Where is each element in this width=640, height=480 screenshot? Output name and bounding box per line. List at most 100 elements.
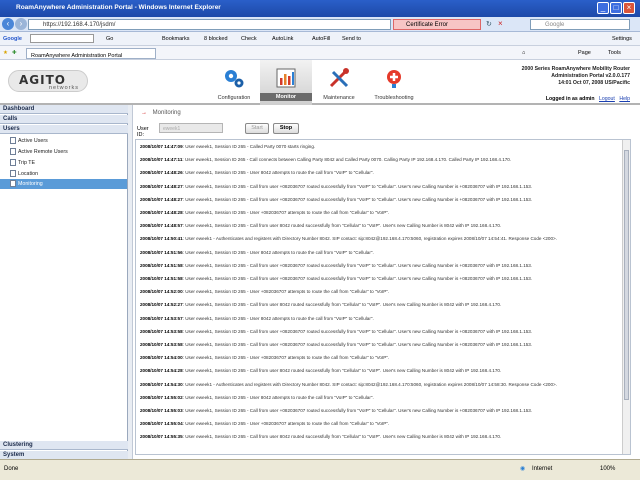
forward-icon[interactable]: › xyxy=(15,18,27,30)
url-field[interactable]: https://192.168.4.170/jsdm/ xyxy=(28,19,391,30)
autofill-button[interactable]: AutoFill xyxy=(312,36,330,42)
sidebar-item-active-remote-users[interactable]: Active Remote Users xyxy=(0,147,127,157)
bar-chart-icon xyxy=(276,68,296,88)
monitoring-log: 2008/10/07 14:55:35: User eweek1, Sessio… xyxy=(135,139,631,455)
log-message: : User eweek1, Session ID 265 - Call fro… xyxy=(182,342,533,347)
document-icon xyxy=(10,148,16,155)
log-line: 2008/10/07 14:48:28: User eweek1, Sessio… xyxy=(140,210,620,216)
log-message: : User eweek1, Session ID 265 - User 804… xyxy=(182,394,374,400)
certificate-error-badge[interactable]: Certificate Error xyxy=(393,19,481,30)
userid-input[interactable]: eweek1 xyxy=(159,123,223,133)
tab-active[interactable]: RoamAnywhere Administration Portal xyxy=(26,48,156,59)
log-line: 2008/10/07 14:53:58: User eweek1, Sessio… xyxy=(140,329,620,335)
window-title: RoamAnywhere Administration Portal - Win… xyxy=(16,4,221,11)
log-line: 2008/10/07 14:55:35: User eweek1, Sessio… xyxy=(140,434,620,440)
help-link[interactable]: Help xyxy=(619,96,630,102)
log-timestamp: 2008/10/07 14:48:26 xyxy=(140,170,183,176)
sidebar-section-calls[interactable]: Calls xyxy=(0,115,128,124)
refresh-icon[interactable]: ↻ xyxy=(486,20,492,28)
log-timestamp: 2008/10/07 14:53:58 xyxy=(140,342,183,347)
status-bar: Done ◉ Internet 100% xyxy=(0,459,640,480)
sendto-button[interactable]: Send to xyxy=(342,36,361,42)
log-line: 2008/10/07 14:50:41: User eweek1 - Authe… xyxy=(140,236,620,242)
stop-icon[interactable]: × xyxy=(498,19,503,28)
log-message: : User eweek1, Session ID 265 - Call fro… xyxy=(182,368,502,374)
log-timestamp: 2008/10/07 14:52:00 xyxy=(140,289,183,295)
breadcrumb: → Monitoring xyxy=(141,110,181,116)
log-message: : User eweek1, Session ID 265 - Call fro… xyxy=(182,196,533,202)
log-timestamp: 2008/10/07 14:48:27 xyxy=(140,196,183,202)
log-line: 2008/10/07 14:54:00: User eweek1, Sessio… xyxy=(140,355,620,361)
scrollbar-thumb[interactable] xyxy=(624,150,629,400)
address-bar: ‹ › https://192.168.4.170/jsdm/ Certific… xyxy=(0,17,640,32)
maximize-icon[interactable]: □ xyxy=(610,2,622,14)
check-button[interactable]: Check xyxy=(241,36,257,42)
google-search-input[interactable] xyxy=(30,34,94,43)
bookmarks-button[interactable]: Bookmarks xyxy=(162,36,190,42)
tools-menu[interactable]: Tools xyxy=(608,50,621,56)
log-message: : User eweek1, Session ID 265 - User +08… xyxy=(182,289,390,295)
go-button[interactable]: Go xyxy=(106,36,113,42)
log-message: : User eweek1, Session ID 265 - User 804… xyxy=(182,170,374,176)
sidebar-item-monitoring[interactable]: Monitoring xyxy=(0,179,127,189)
page-menu[interactable]: Page xyxy=(578,50,591,56)
vertical-scrollbar[interactable] xyxy=(622,140,630,454)
logout-link[interactable]: Logout xyxy=(599,96,615,102)
log-timestamp: 2008/10/07 14:51:58 xyxy=(140,262,183,268)
log-message: : User eweek1, Session ID 265 - Called P… xyxy=(182,144,316,149)
log-message: : User eweek1 - Authenticates and regist… xyxy=(182,381,558,387)
tab-troubleshooting[interactable]: Troubleshooting xyxy=(368,60,420,105)
stop-button[interactable]: Stop xyxy=(273,123,299,134)
sidebar-section-clustering[interactable]: Clustering xyxy=(0,441,128,450)
favorites-star-icon[interactable]: ★ xyxy=(3,50,8,56)
troubleshoot-icon xyxy=(387,70,401,88)
agito-logo: AGITO networks xyxy=(8,70,88,92)
log-message: : User eweek1, Session ID 265 - Call fro… xyxy=(182,302,502,308)
product-info: 2000 Series RoamAnywhere Mobility Router… xyxy=(521,66,630,86)
breadcrumb-arrow-icon: → xyxy=(141,110,147,116)
sidebar-item-active-users[interactable]: Active Users xyxy=(0,136,127,146)
document-icon xyxy=(10,159,16,166)
tab-monitor[interactable]: Monitor xyxy=(260,60,312,105)
log-timestamp: 2008/10/07 14:52:27 xyxy=(140,302,183,308)
tab-bar: ★ ✚ RoamAnywhere Administration Portal ⌂… xyxy=(0,46,640,60)
tab-maintenance[interactable]: Maintenance xyxy=(313,60,365,105)
log-timestamp: 2008/10/07 14:54:30 xyxy=(140,381,183,387)
log-line: 2008/10/07 14:55:02: User eweek1, Sessio… xyxy=(140,395,620,401)
popup-blocked-button[interactable]: 8 blocked xyxy=(204,36,228,42)
sidebar: Dashboard Calls Users Active Users Activ… xyxy=(0,105,128,460)
back-icon[interactable]: ‹ xyxy=(2,18,14,30)
userid-label: User ID: xyxy=(137,126,149,138)
log-message: : User eweek1, Session ID 265 - User +08… xyxy=(182,355,390,361)
add-favorite-icon[interactable]: ✚ xyxy=(12,50,17,56)
sidebar-section-users[interactable]: Users xyxy=(0,125,128,134)
search-input[interactable]: Google xyxy=(530,19,630,30)
sidebar-item-trip-te[interactable]: Trip TE xyxy=(0,158,127,168)
zone-label: Internet xyxy=(532,466,553,472)
zoom-level[interactable]: 100% xyxy=(600,466,615,472)
tab-configuration[interactable]: Configuration xyxy=(208,60,260,105)
sidebar-item-location[interactable]: Location xyxy=(0,169,127,179)
login-status: Logged in as admin Logout Help xyxy=(545,96,630,102)
log-line: 2008/10/07 14:51:58: User eweek1, Sessio… xyxy=(140,276,620,282)
status-text: Done xyxy=(4,466,19,472)
minimize-icon[interactable]: _ xyxy=(597,2,609,14)
sidebar-section-dashboard[interactable]: Dashboard xyxy=(0,105,128,114)
log-timestamp: 2008/10/07 14:51:58 xyxy=(140,276,183,281)
main-panel: → Monitoring User ID: eweek1 Start Stop … xyxy=(133,105,640,459)
autolink-button[interactable]: AutoLink xyxy=(272,36,293,42)
settings-button[interactable]: Settings xyxy=(612,36,632,42)
start-button[interactable]: Start xyxy=(245,123,269,134)
log-message: : User eweek1, Session ID 265 - Call fro… xyxy=(182,276,533,281)
log-timestamp: 2008/10/07 14:50:41 xyxy=(140,236,183,242)
log-timestamp: 2008/10/07 14:53:58 xyxy=(140,328,183,334)
home-icon[interactable]: ⌂ xyxy=(522,50,525,56)
url-text: https://192.168.4.170/jsdm/ xyxy=(43,22,116,28)
tools-icon xyxy=(329,68,349,88)
close-icon[interactable]: × xyxy=(623,2,635,14)
log-timestamp: 2008/10/07 14:48:28 xyxy=(140,210,183,215)
google-logo: Google xyxy=(3,36,22,42)
globe-icon: ◉ xyxy=(520,466,526,472)
log-timestamp: 2008/10/07 14:55:02 xyxy=(140,394,183,400)
log-timestamp: 2008/10/07 14:48:57 xyxy=(140,223,183,229)
